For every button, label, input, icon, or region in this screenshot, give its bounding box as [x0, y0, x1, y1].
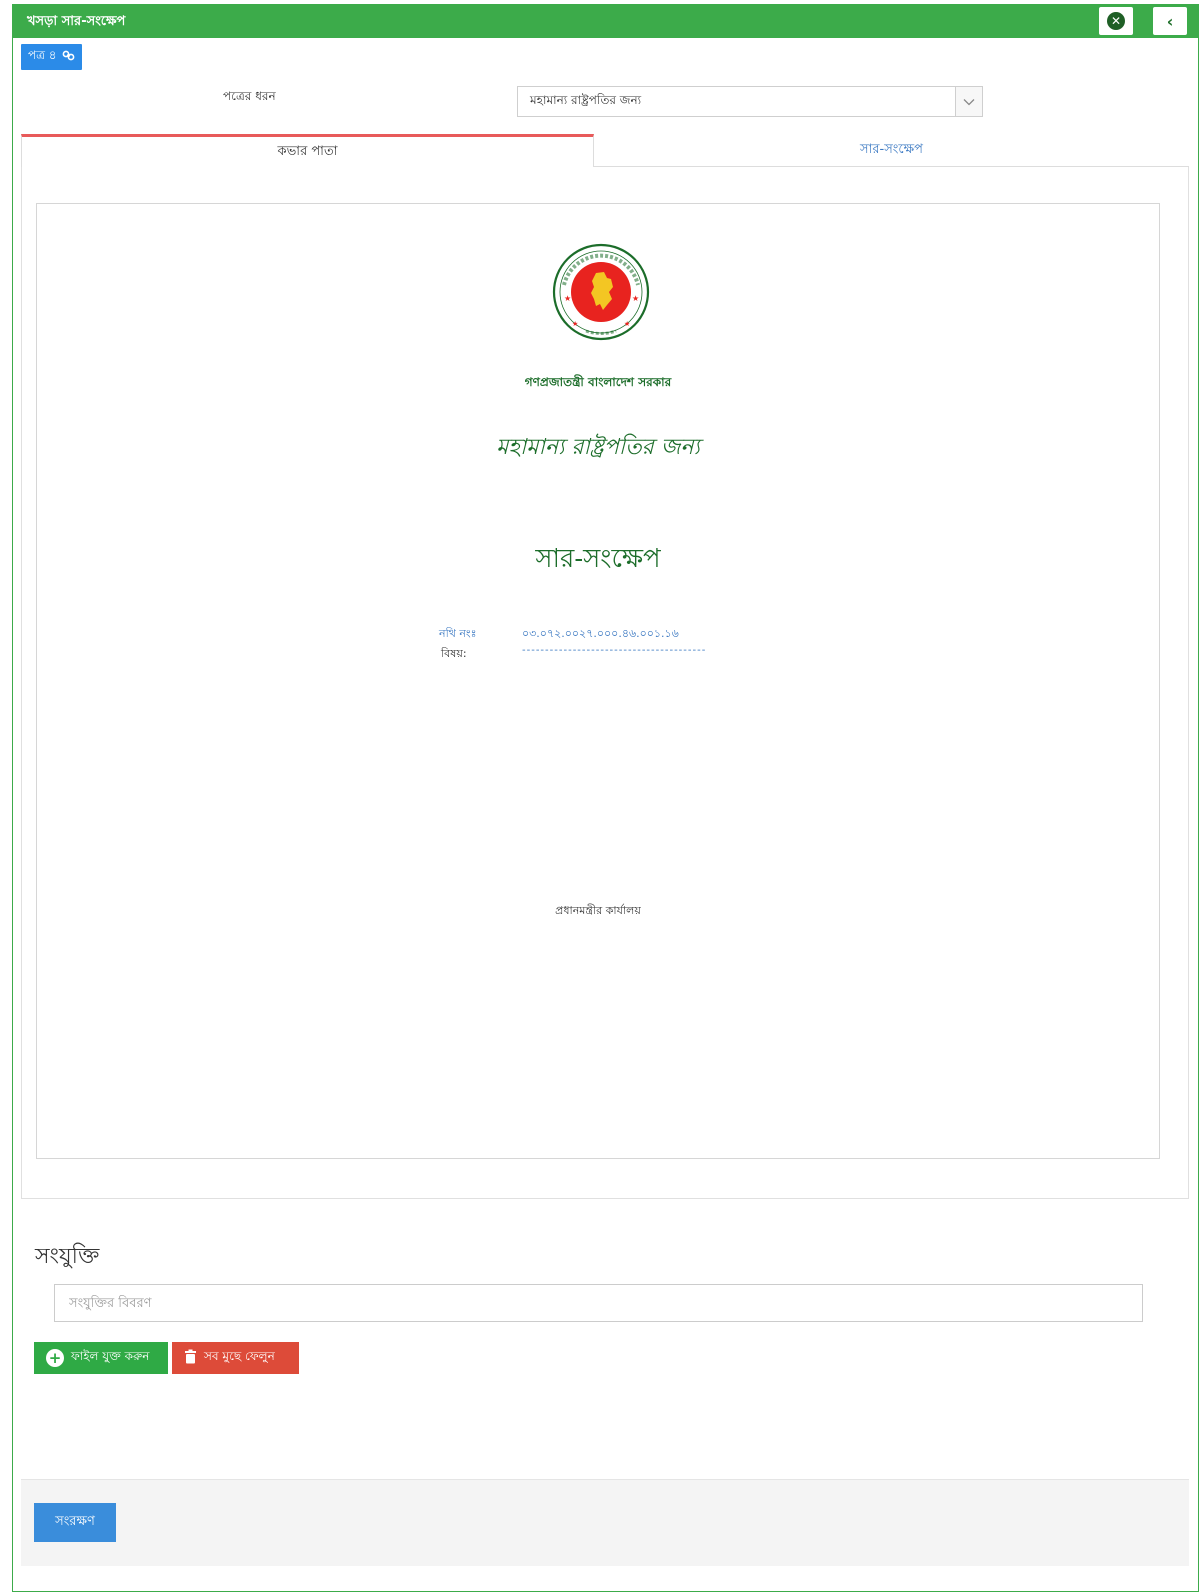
save-button[interactable]: সংরক্ষণ	[34, 1503, 116, 1542]
modal-title: খসড়া সার-সংক্ষেপ	[27, 14, 126, 29]
tab-cover-page[interactable]: কভার পাতা	[21, 134, 594, 167]
attachments-heading: সংযুক্তি	[35, 1244, 100, 1269]
letter-type-selected: মহামান্য রাষ্ট্রপতির জন্য	[530, 92, 642, 107]
letter-badge[interactable]: পত্র ৪	[21, 44, 82, 70]
file-no-value: ০৩.০৭২.০০২৭.০০০.৪৬.০০১.১৬	[522, 627, 679, 640]
subject-label: বিষয়:	[441, 647, 467, 660]
svg-text:★: ★	[624, 320, 630, 328]
svg-text:★: ★	[632, 294, 639, 303]
document-title: সার-সংক্ষেপ	[535, 544, 661, 574]
modal-frame: খসড়া সার-সংক্ষেপ ✕ ‹ পত্র ৪ পত্রের ধরন …	[12, 4, 1199, 1592]
office-name: প্রধানমন্ত্রীর কার্যালয়	[555, 904, 641, 917]
attachment-description-input[interactable]	[54, 1284, 1143, 1322]
modal-header: খসড়া সার-সংক্ষেপ ✕ ‹	[13, 4, 1198, 38]
clear-all-button[interactable]: সব মুছে ফেলুন	[172, 1342, 299, 1374]
clear-all-label: সব মুছে ফেলুন	[204, 1349, 275, 1363]
footer-bar: সংরক্ষণ	[21, 1479, 1189, 1566]
back-button[interactable]: ‹	[1153, 7, 1187, 35]
close-button[interactable]: ✕	[1099, 7, 1133, 35]
subject-value: ----------------------------------------	[522, 645, 707, 656]
trash-icon	[184, 1349, 197, 1367]
badge-label: পত্র ৪	[28, 48, 57, 62]
tab-bar: কভার পাতা সার-সংক্ষেপ	[21, 134, 1189, 168]
file-no-label: নথি নংঃ	[439, 627, 477, 640]
government-name: গণপ্রজাতন্ত্রী বাংলাদেশ সরকার	[524, 375, 672, 389]
chevron-left-icon: ‹	[1166, 11, 1174, 31]
link-icon	[62, 50, 75, 64]
close-circle-icon: ✕	[1107, 12, 1125, 30]
add-file-label: ফাইল যুক্ত করুন	[71, 1349, 150, 1363]
chevron-down-icon[interactable]	[955, 87, 982, 116]
cover-document: ★ ★ ★ ★ গণপ্রজাতন্ত্রী বাংলাদেশ সরকার মহ…	[36, 203, 1160, 1159]
recipient-line: মহামান্য রাষ্ট্রপতির জন্য	[496, 435, 700, 460]
svg-text:★: ★	[572, 320, 578, 328]
svg-text:★: ★	[564, 294, 571, 303]
plus-circle-icon: +	[46, 1349, 64, 1367]
add-file-button[interactable]: + ফাইল যুক্ত করুন	[34, 1342, 168, 1374]
tab-panel: ★ ★ ★ ★ গণপ্রজাতন্ত্রী বাংলাদেশ সরকার মহ…	[21, 167, 1189, 1199]
letter-type-label: পত্রের ধরন	[223, 89, 276, 103]
tab-summary[interactable]: সার-সংক্ষেপ	[594, 134, 1189, 167]
letter-type-select[interactable]: মহামান্য রাষ্ট্রপতির জন্য	[517, 86, 983, 117]
government-emblem: ★ ★ ★ ★	[552, 243, 650, 341]
